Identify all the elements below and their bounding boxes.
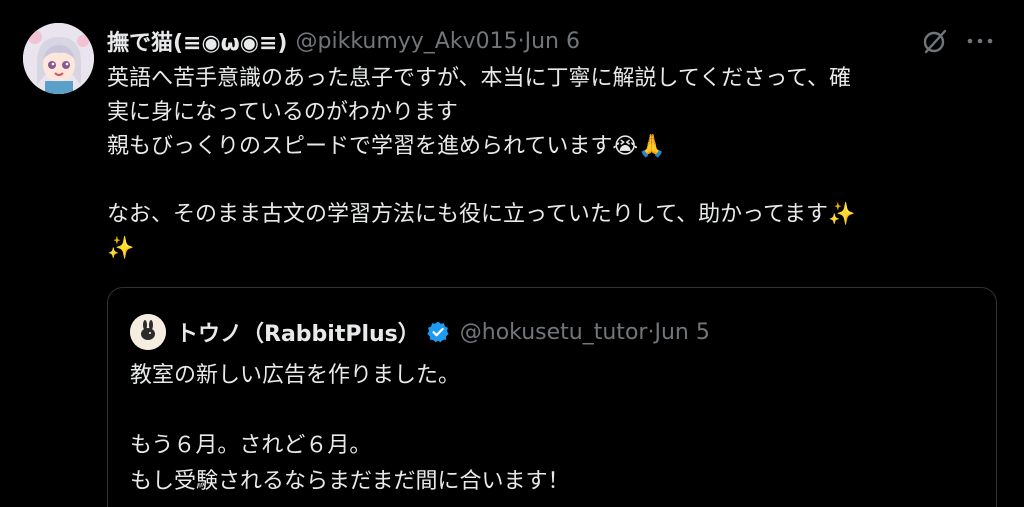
tweet-line: 実に身になっているのがわかります	[107, 100, 458, 125]
quoted-line: もう６月。されど６月。	[130, 433, 372, 458]
quoted-line: 教室の新しい広告を作りました。	[130, 363, 461, 388]
quoted-tweet-text: 教室の新しい広告を作りました。 もう６月。されど６月。 もし受験されるならまだま…	[130, 358, 570, 500]
tweet-blank-line	[107, 164, 997, 198]
tweet-line: なお、そのまま古文の学習方法にも役に立っていたりして、助かってます✨	[107, 198, 997, 232]
quoted-author-display-name[interactable]: トウノ（RabbitPlus）	[176, 316, 420, 348]
quoted-tweet-date[interactable]: Jun 5	[654, 320, 709, 345]
quoted-tweet[interactable]: トウノ（RabbitPlus） @hokusetu_tutor · Jun 5 …	[107, 287, 997, 507]
verified-badge-icon	[426, 320, 450, 344]
quoted-blank-line	[130, 394, 570, 428]
tweet-line-text: なお、そのまま古文の学習方法にも役に立っていたりして、助かってます	[107, 202, 828, 227]
author-display-name[interactable]: 撫で猫(≡◉ω◉≡)	[107, 25, 288, 57]
tweet-line: ✨	[107, 232, 997, 266]
tweet-header: 撫で猫(≡◉ω◉≡) @pikkumyy_Akv015 · Jun 6	[107, 24, 580, 58]
tweet-line: 英語へ苦手意識のあった息子ですが、本当に丁寧に解説してくださって、確	[107, 66, 852, 91]
sparkles-emoji: ✨	[107, 236, 135, 261]
tweet-text: 英語へ苦手意識のあった息子ですが、本当に丁寧に解説してくださって、確 実に身にな…	[107, 62, 997, 266]
tweet-line: 親もびっくりのスピードで学習を進められています😭🙏	[107, 130, 997, 164]
tweet-line-text: 親もびっくりのスピードで学習を進められています	[107, 134, 613, 159]
grok-icon[interactable]	[920, 26, 950, 56]
quoted-author-handle[interactable]: @hokusetu_tutor	[460, 320, 648, 345]
emoji-crying-praying: 😭🙏	[612, 134, 666, 159]
tweet-card[interactable]: 撫で猫(≡◉ω◉≡) @pikkumyy_Akv015 · Jun 6 英語へ苦…	[0, 0, 1024, 507]
more-options-icon[interactable]	[965, 30, 995, 52]
sparkles-emoji: ✨	[827, 202, 856, 227]
author-avatar[interactable]	[23, 23, 94, 94]
meta-separator: ·	[517, 28, 525, 54]
quoted-author-avatar[interactable]	[130, 314, 166, 350]
tweet-date[interactable]: Jun 6	[525, 29, 580, 54]
quoted-tweet-header: トウノ（RabbitPlus） @hokusetu_tutor · Jun 5	[130, 314, 710, 350]
author-handle[interactable]: @pikkumyy_Akv015	[296, 29, 518, 54]
quoted-line: もし受験されるならまだまだ間に合います！	[130, 469, 570, 494]
